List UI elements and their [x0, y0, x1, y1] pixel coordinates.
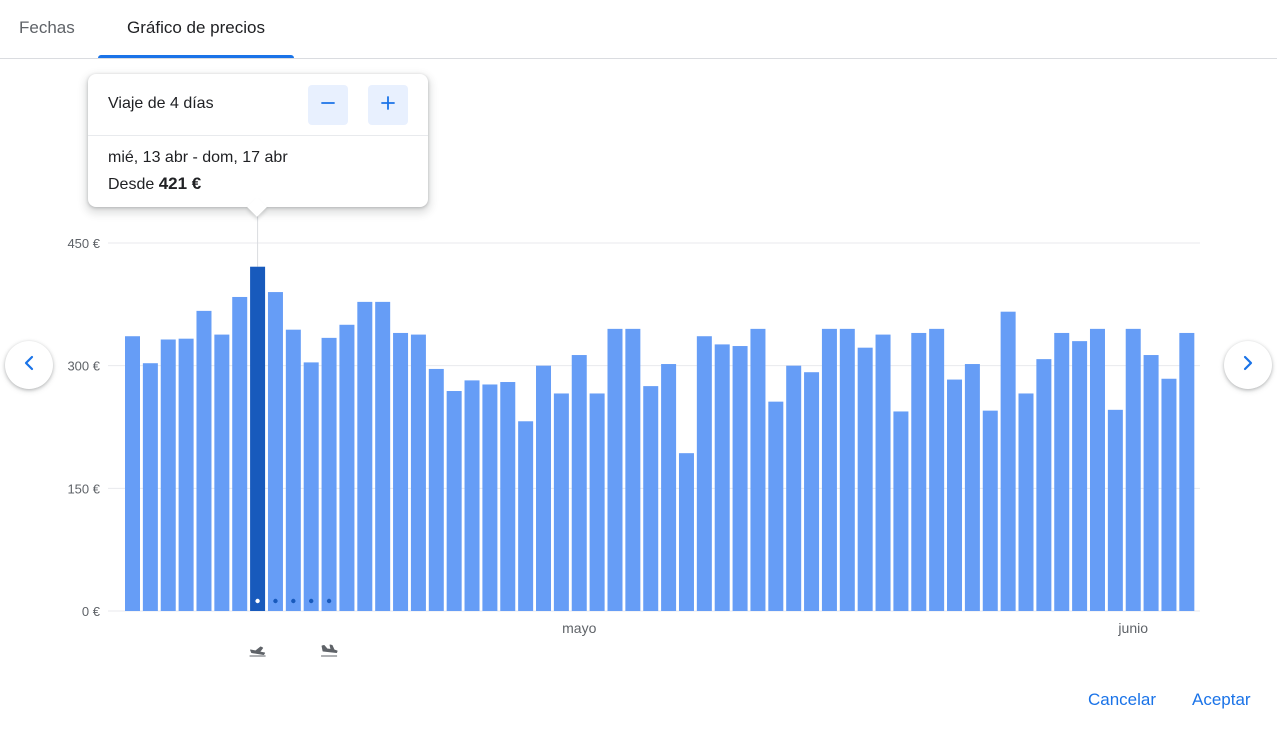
- y-tick-label: 450 €: [67, 236, 100, 251]
- bar[interactable]: [482, 384, 498, 611]
- bar[interactable]: [750, 328, 766, 611]
- trip-day-dot: [291, 598, 296, 604]
- accept-button[interactable]: Aceptar: [1192, 690, 1251, 710]
- trip-dates: mié, 13 abr - dom, 17 abr: [108, 149, 288, 166]
- bar[interactable]: [1054, 332, 1070, 611]
- bar[interactable]: [661, 364, 677, 611]
- bar[interactable]: [839, 328, 855, 611]
- bar[interactable]: [303, 362, 319, 611]
- bar[interactable]: [125, 336, 140, 611]
- bar[interactable]: [982, 410, 998, 611]
- bar[interactable]: [804, 372, 820, 611]
- next-button[interactable]: [1224, 341, 1272, 389]
- bar[interactable]: [1018, 393, 1034, 611]
- bar[interactable]: [393, 332, 409, 611]
- minus-icon: [318, 93, 338, 118]
- y-tick-label: 0 €: [82, 604, 101, 619]
- bar[interactable]: [553, 393, 569, 611]
- bar[interactable]: [643, 386, 659, 611]
- trip-length-label: Viaje de 4 días: [108, 95, 214, 112]
- bar[interactable]: [375, 301, 391, 611]
- trip-price: Desde 421 €: [108, 174, 201, 194]
- bar[interactable]: [696, 336, 712, 611]
- bar[interactable]: [232, 296, 248, 611]
- x-month-label: mayo: [562, 620, 596, 636]
- bar[interactable]: [929, 328, 945, 611]
- bar[interactable]: [625, 328, 641, 611]
- price-prefix: Desde: [108, 176, 155, 193]
- bar[interactable]: [947, 379, 963, 611]
- bar[interactable]: [607, 328, 623, 611]
- trip-day-dot: [273, 598, 278, 604]
- bar[interactable]: [500, 382, 516, 611]
- y-tick-label: 300 €: [67, 359, 100, 374]
- bar[interactable]: [875, 334, 891, 611]
- bar[interactable]: [1143, 355, 1159, 611]
- bar[interactable]: [464, 380, 480, 611]
- bar[interactable]: [1179, 332, 1195, 611]
- bar[interactable]: [410, 334, 426, 611]
- trip-tooltip: Viaje de 4 días mié, 13 abr - dom, 17 ab…: [88, 74, 428, 217]
- bar[interactable]: [678, 453, 694, 611]
- bar[interactable]: [214, 334, 230, 611]
- previous-button[interactable]: [5, 341, 53, 389]
- bar[interactable]: [446, 391, 462, 611]
- bar[interactable]: [339, 324, 355, 611]
- trip-day-dot: [309, 598, 314, 604]
- bar[interactable]: [178, 338, 194, 611]
- bar[interactable]: [196, 310, 212, 611]
- bar[interactable]: [267, 292, 283, 611]
- tooltip-header: Viaje de 4 días: [88, 74, 428, 136]
- increase-trip-length-button[interactable]: [368, 85, 408, 125]
- bar[interactable]: [160, 339, 176, 611]
- x-month-label: junio: [1117, 620, 1148, 636]
- bar[interactable]: [857, 347, 873, 611]
- bar[interactable]: [518, 421, 534, 611]
- bar[interactable]: [428, 368, 444, 611]
- bar[interactable]: [1072, 341, 1088, 611]
- bar[interactable]: [142, 363, 158, 611]
- bar[interactable]: [893, 411, 909, 611]
- bar[interactable]: [571, 355, 587, 611]
- bar[interactable]: [589, 393, 605, 611]
- bar[interactable]: [786, 365, 802, 611]
- bar[interactable]: [911, 332, 927, 611]
- trip-day-dot: [255, 598, 260, 604]
- bar[interactable]: [821, 328, 837, 611]
- bar[interactable]: [1107, 409, 1123, 611]
- bar[interactable]: [1036, 359, 1052, 611]
- bar[interactable]: [321, 337, 337, 611]
- bar[interactable]: [1089, 328, 1105, 611]
- cancel-button[interactable]: Cancelar: [1088, 690, 1156, 710]
- price-value: 421 €: [158, 174, 202, 193]
- bar[interactable]: [714, 344, 730, 611]
- y-tick-label: 150 €: [67, 481, 100, 496]
- bar[interactable]: [536, 365, 552, 611]
- chevron-right-icon: [1236, 351, 1260, 380]
- chevron-left-icon: [17, 351, 41, 380]
- flight-land-icon: [321, 644, 338, 657]
- bar[interactable]: [1000, 311, 1016, 611]
- bar[interactable]: [768, 401, 784, 611]
- bar[interactable]: [732, 346, 748, 611]
- trip-day-dot: [326, 598, 332, 604]
- flight-takeoff-icon: [249, 646, 266, 657]
- bar[interactable]: [357, 301, 373, 611]
- bar-selected[interactable]: [250, 266, 266, 611]
- bar[interactable]: [1161, 378, 1177, 611]
- bar[interactable]: [964, 364, 980, 611]
- bar[interactable]: [1125, 328, 1141, 611]
- decrease-trip-length-button[interactable]: [308, 85, 348, 125]
- plus-icon: [378, 93, 398, 118]
- bar[interactable]: [285, 329, 301, 611]
